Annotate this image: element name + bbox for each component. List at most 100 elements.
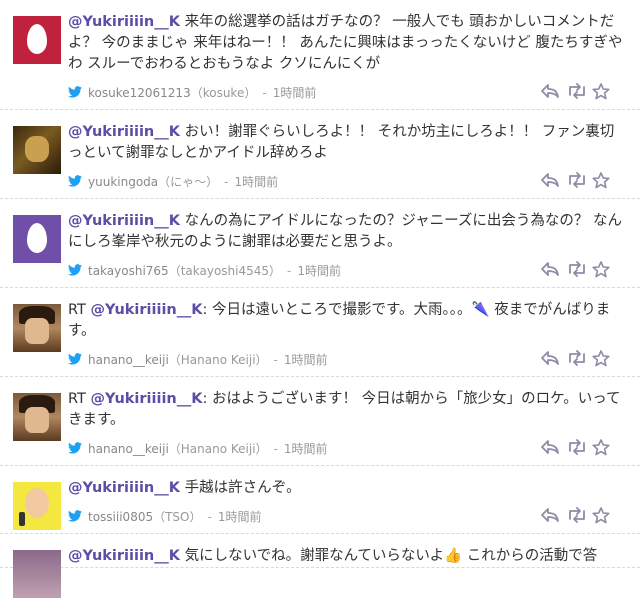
tweet-text: @Yukiriiiin__K おい！謝罪ぐらいしろよ！！ それか坊主にしろよ！！… — [68, 122, 626, 164]
avatar-face — [25, 488, 49, 518]
screen-name[interactable]: hanano__keiji — [88, 442, 169, 456]
timestamp[interactable]: 1時間前 — [284, 353, 328, 367]
reply-icon[interactable] — [540, 261, 560, 277]
reply-icon[interactable] — [540, 439, 560, 455]
display-name: （takayoshi4545） — [168, 264, 282, 278]
separator: - — [207, 510, 212, 524]
reply-icon[interactable] — [540, 83, 560, 99]
display-name: （kosuke） — [190, 86, 257, 100]
tweet-actions — [540, 261, 612, 281]
tweet-item: @Yukiriiiin__K 来年の総選挙の話はガチなの？ 一般人でも 頭おかし… — [0, 0, 640, 110]
tweet-item: @Yukiriiiin__K 気にしないでね。謝罪なんていらないよ👍 これからの… — [0, 534, 640, 598]
retweet-icon[interactable] — [566, 507, 588, 523]
screen-name[interactable]: yuukingoda — [88, 175, 158, 189]
tweet-text: @Yukiriiiin__K 来年の総選挙の話はガチなの？ 一般人でも 頭おかし… — [68, 12, 626, 75]
tweet-text: @Yukiriiiin__K 気にしないでね。謝罪なんていらないよ👍 これからの… — [68, 546, 626, 567]
mention-link[interactable]: @Yukiriiiin__K — [68, 213, 180, 229]
tweet-meta: takayoshi765（takayoshi4545） -1時間前 — [68, 259, 626, 287]
mention-link[interactable]: @Yukiriiiin__K — [68, 480, 180, 496]
tweet-text: @Yukiriiiin__K なんの為にアイドルになったの？ジャニーズに出会う為… — [68, 211, 626, 253]
separator: - — [224, 175, 229, 189]
twitter-bird-icon — [68, 82, 84, 106]
display-name: （Hanano Keiji） — [168, 442, 268, 456]
tweet-meta: tossiii0805（TSO） -1時間前 — [68, 505, 626, 533]
tweet-actions — [540, 507, 612, 527]
retweet-prefix: RT — [68, 391, 91, 407]
tweet-item: RT @Yukiriiiin__K: 今日は遠いところで撮影です。大雨。。。🌂 … — [0, 288, 640, 377]
avatar-figure — [25, 136, 49, 162]
display-name: （Hanano Keiji） — [168, 353, 268, 367]
separator: - — [262, 86, 267, 100]
avatar-face — [25, 318, 49, 344]
egg-avatar-icon — [27, 223, 47, 253]
tweet-item: @Yukiriiiin__K なんの為にアイドルになったの？ジャニーズに出会う為… — [0, 199, 640, 288]
screen-name[interactable]: hanano__keiji — [88, 353, 169, 367]
twitter-bird-icon — [68, 438, 84, 462]
avatar-mic — [19, 512, 25, 526]
timestamp[interactable]: 1時間前 — [218, 510, 262, 524]
retweet-icon[interactable] — [566, 439, 588, 455]
tweet-actions — [540, 172, 612, 192]
tweet-meta: hanano__keiji（Hanano Keiji） -1時間前 — [68, 437, 626, 465]
twitter-bird-icon — [68, 260, 84, 284]
screen-name[interactable]: takayoshi765 — [88, 264, 169, 278]
star-icon[interactable] — [592, 350, 610, 367]
tweet-actions — [540, 439, 612, 459]
tweet-meta: kosuke12061213（kosuke） -1時間前 — [68, 81, 626, 109]
tweet-meta: yuukingoda（にゃ～） -1時間前 — [68, 170, 626, 198]
tweet-body: 気にしないでね。謝罪なんていらないよ👍 これからの活動で答 — [179, 548, 598, 564]
timestamp[interactable]: 1時間前 — [235, 175, 279, 189]
twitter-bird-icon — [68, 506, 84, 530]
tweet-item: @Yukiriiiin__K 手越は許さんぞ。 tossiii0805（TSO）… — [0, 466, 640, 534]
tweet-text: RT @Yukiriiiin__K: 今日は遠いところで撮影です。大雨。。。🌂 … — [68, 300, 626, 342]
retweet-icon[interactable] — [566, 261, 588, 277]
egg-avatar-icon — [27, 24, 47, 54]
display-name: （TSO） — [153, 510, 202, 524]
twitter-bird-icon — [68, 171, 84, 195]
retweet-prefix: RT — [68, 302, 91, 318]
timestamp[interactable]: 1時間前 — [284, 442, 328, 456]
timestamp[interactable]: 1時間前 — [273, 86, 317, 100]
mention-link[interactable]: @Yukiriiiin__K — [68, 14, 180, 30]
retweet-icon[interactable] — [566, 172, 588, 188]
mention-link[interactable]: @Yukiriiiin__K — [91, 391, 203, 407]
mention-link[interactable]: @Yukiriiiin__K — [91, 302, 203, 318]
star-icon[interactable] — [592, 439, 610, 456]
mention-link[interactable]: @Yukiriiiin__K — [68, 548, 180, 564]
reply-icon[interactable] — [540, 350, 560, 366]
tweet-text: @Yukiriiiin__K 手越は許さんぞ。 — [68, 478, 626, 499]
avatar[interactable] — [13, 550, 61, 598]
star-icon[interactable] — [592, 261, 610, 278]
tweet-item: RT @Yukiriiiin__K: おはようございます！ 今日は朝から「旅少女… — [0, 377, 640, 466]
avatar[interactable] — [13, 16, 61, 64]
star-icon[interactable] — [592, 507, 610, 524]
tweet-meta: hanano__keiji（Hanano Keiji） -1時間前 — [68, 348, 626, 376]
timestamp[interactable]: 1時間前 — [297, 264, 341, 278]
star-icon[interactable] — [592, 172, 610, 189]
separator: - — [287, 264, 292, 278]
tweet-actions — [540, 83, 612, 103]
tweet-actions — [540, 350, 612, 370]
avatar[interactable] — [13, 482, 61, 530]
tweet-item: @Yukiriiiin__K おい！謝罪ぐらいしろよ！！ それか坊主にしろよ！！… — [0, 110, 640, 199]
reply-icon[interactable] — [540, 507, 560, 523]
separator: - — [273, 353, 278, 367]
avatar[interactable] — [13, 304, 61, 352]
tweet-body: 手越は許さんぞ。 — [179, 480, 301, 496]
display-name: （にゃ～） — [158, 175, 219, 189]
mention-link[interactable]: @Yukiriiiin__K — [68, 124, 180, 140]
separator: - — [273, 442, 278, 456]
tweet-feed: @Yukiriiiin__K 来年の総選挙の話はガチなの？ 一般人でも 頭おかし… — [0, 0, 640, 598]
reply-icon[interactable] — [540, 172, 560, 188]
star-icon[interactable] — [592, 83, 610, 100]
avatar[interactable] — [13, 393, 61, 441]
avatar[interactable] — [13, 215, 61, 263]
tweet-text: RT @Yukiriiiin__K: おはようございます！ 今日は朝から「旅少女… — [68, 389, 626, 431]
avatar-face — [25, 407, 49, 433]
avatar[interactable] — [13, 126, 61, 174]
screen-name[interactable]: tossiii0805 — [88, 510, 153, 524]
twitter-bird-icon — [68, 349, 84, 373]
retweet-icon[interactable] — [566, 83, 588, 99]
screen-name[interactable]: kosuke12061213 — [88, 86, 191, 100]
retweet-icon[interactable] — [566, 350, 588, 366]
